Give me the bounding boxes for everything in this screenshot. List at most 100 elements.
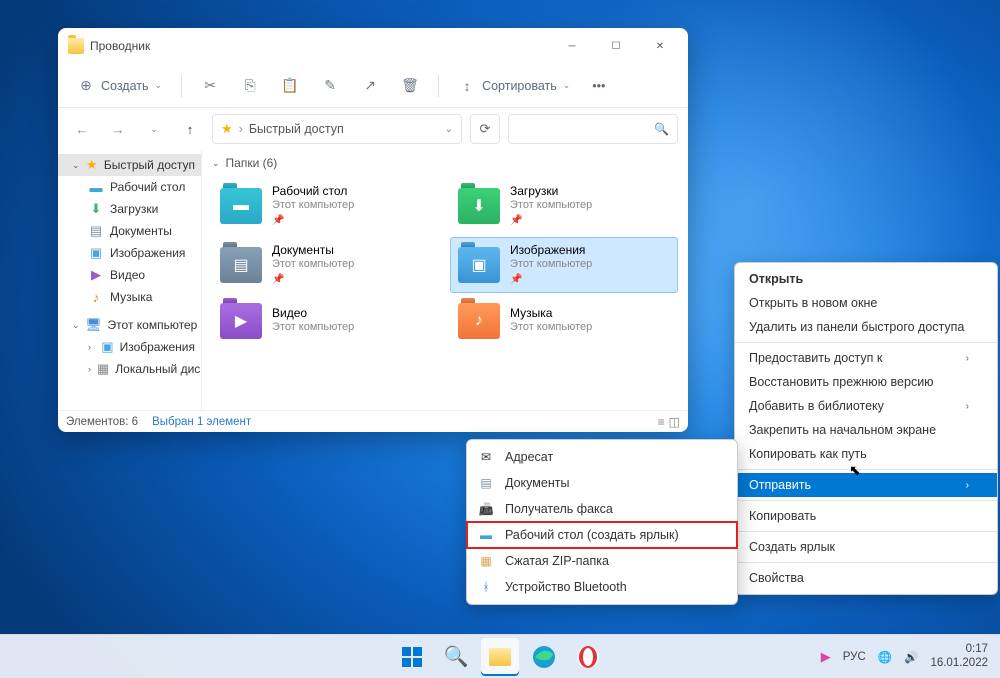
trash-icon: 🗑 [401, 77, 419, 95]
address-bar-row: ← → ⌄ ↑ ★ › Быстрый доступ ⌄ ⟳ 🔍 [58, 108, 688, 150]
titlebar[interactable]: Проводник ─ ☐ ✕ [58, 28, 688, 64]
back-button[interactable]: ← [68, 115, 96, 143]
start-button[interactable] [393, 638, 431, 676]
menu-copy[interactable]: Копировать [735, 504, 997, 528]
cut-button[interactable]: ✂ [192, 72, 228, 100]
content-area: ⌄ Папки (6) ▬ Рабочий столЭтот компьютер… [202, 150, 688, 410]
desktop-icon: ▬ [477, 527, 495, 543]
search-icon: 🔍 [444, 644, 469, 669]
clock[interactable]: 0:17 16.01.2022 [930, 643, 988, 669]
folder-documents[interactable]: ▤ ДокументыЭтот компьютер📌 [212, 237, 440, 292]
menu-unpin[interactable]: Удалить из панели быстрого доступа [735, 315, 997, 339]
icons-view-button[interactable]: ◫ [669, 415, 680, 429]
selected-count: Выбран 1 элемент [152, 416, 251, 428]
paste-button[interactable]: 📋 [272, 72, 308, 100]
disk-icon: ▦ [97, 361, 109, 377]
opera-button[interactable] [569, 638, 607, 676]
section-header[interactable]: ⌄ Папки (6) [212, 156, 678, 170]
rename-icon: ✎ [321, 77, 339, 95]
folder-videos[interactable]: ▶ ВидеоЭтот компьютер [212, 297, 440, 345]
edge-button[interactable] [525, 638, 563, 676]
sendto-documents[interactable]: ▤Документы [467, 470, 737, 496]
sidebar-item-music[interactable]: ♪Музыка [58, 286, 201, 308]
volume-icon[interactable]: 🔊 [904, 650, 918, 664]
more-button[interactable]: ••• [583, 74, 614, 98]
menu-share[interactable]: Предоставить доступ к› [735, 346, 997, 370]
sidebar-item-downloads[interactable]: ⬇Загрузки [58, 198, 201, 220]
dots-icon: ••• [592, 79, 605, 93]
rename-button[interactable]: ✎ [312, 72, 348, 100]
paste-icon: 📋 [281, 77, 299, 95]
sidebar-item-documents[interactable]: ▤Документы [58, 220, 201, 242]
chevron-down-icon[interactable]: ⌄ [72, 320, 80, 331]
pc-icon: 🖥 [86, 317, 102, 333]
sendto-zip[interactable]: ▦Сжатая ZIP-папка [467, 548, 737, 574]
sidebar-pc-pictures[interactable]: ›▣Изображения [58, 336, 201, 358]
sendto-desktop-shortcut[interactable]: ▬Рабочий стол (создать ярлык) [467, 522, 737, 548]
language-indicator[interactable]: РУС [843, 651, 866, 663]
sendto-bluetooth[interactable]: ᚼУстройство Bluetooth [467, 574, 737, 600]
tray-app-icon[interactable]: ▶ [821, 649, 831, 665]
sendto-mail[interactable]: ✉Адресат [467, 444, 737, 470]
explorer-icon [68, 38, 84, 54]
refresh-button[interactable]: ⟳ [470, 114, 500, 144]
pin-icon: 📌 [510, 274, 592, 287]
explorer-window: Проводник ─ ☐ ✕ ⊕ Создать ⌄ ✂ ⎘ 📋 ✎ ↗ 🗑 … [58, 28, 688, 432]
search-button[interactable]: 🔍 [437, 638, 475, 676]
share-icon: ↗ [361, 77, 379, 95]
downloads-icon: ⬇ [88, 201, 104, 217]
minimize-button[interactable]: ─ [550, 31, 594, 61]
forward-button[interactable]: → [104, 115, 132, 143]
menu-shortcut[interactable]: Создать ярлык [735, 535, 997, 559]
star-icon: ★ [221, 121, 233, 137]
address-bar[interactable]: ★ › Быстрый доступ ⌄ [212, 114, 462, 144]
sidebar-pc-disk[interactable]: ›▦Локальный диск [58, 358, 201, 380]
menu-copy-path[interactable]: Копировать как путь [735, 442, 997, 466]
folder-desktop[interactable]: ▬ Рабочий столЭтот компьютер📌 [212, 178, 440, 233]
search-input[interactable]: 🔍 [508, 114, 678, 144]
folder-music[interactable]: ♪ МузыкаЭтот компьютер [450, 297, 678, 345]
folder-icon: ▣ [458, 247, 500, 283]
menu-send[interactable]: Отправить› [735, 473, 997, 497]
sidebar-this-pc[interactable]: ⌄ 🖥 Этот компьютер [58, 314, 201, 336]
close-button[interactable]: ✕ [638, 31, 682, 61]
menu-properties[interactable]: Свойства [735, 566, 997, 590]
folder-icon: ⬇ [458, 188, 500, 224]
separator [735, 342, 997, 343]
sidebar-item-videos[interactable]: ▶Видео [58, 264, 201, 286]
documents-icon: ▤ [88, 223, 104, 239]
documents-icon: ▤ [477, 475, 495, 491]
menu-library[interactable]: Добавить в библиотеку› [735, 394, 997, 418]
separator [735, 469, 997, 470]
maximize-button[interactable]: ☐ [594, 31, 638, 61]
chevron-down-icon[interactable]: ⌄ [72, 160, 80, 171]
menu-restore[interactable]: Восстановить прежнюю версию [735, 370, 997, 394]
network-icon[interactable]: 🌐 [878, 650, 892, 664]
folder-downloads[interactable]: ⬇ ЗагрузкиЭтот компьютер📌 [450, 178, 678, 233]
recent-button[interactable]: ⌄ [140, 115, 168, 143]
sendto-fax[interactable]: 📠Получатель факса [467, 496, 737, 522]
folder-pictures[interactable]: ▣ ИзображенияЭтот компьютер📌 [450, 237, 678, 292]
mail-icon: ✉ [477, 449, 495, 465]
menu-open[interactable]: Открыть [735, 267, 997, 291]
details-view-button[interactable]: ≡ [658, 415, 665, 429]
sidebar-item-pictures[interactable]: ▣Изображения [58, 242, 201, 264]
explorer-taskbar-button[interactable] [481, 638, 519, 676]
copy-button[interactable]: ⎘ [232, 72, 268, 100]
separator [438, 75, 439, 97]
sidebar-item-desktop[interactable]: ▬Рабочий стол [58, 176, 201, 198]
menu-new-window[interactable]: Открыть в новом окне [735, 291, 997, 315]
address-text: Быстрый доступ [249, 122, 344, 136]
menu-pin-start[interactable]: Закрепить на начальном экране [735, 418, 997, 442]
bluetooth-icon: ᚼ [477, 579, 495, 595]
share-button[interactable]: ↗ [352, 72, 388, 100]
new-button[interactable]: ⊕ Создать ⌄ [68, 72, 171, 100]
sidebar-quick-access[interactable]: ⌄ ★ Быстрый доступ [58, 154, 201, 176]
time: 0:17 [930, 643, 988, 656]
up-button[interactable]: ↑ [176, 115, 204, 143]
delete-button[interactable]: 🗑 [392, 72, 428, 100]
chevron-down-icon[interactable]: ⌄ [445, 124, 453, 135]
sort-button[interactable]: ↕ Сортировать ⌄ [449, 72, 579, 100]
separator [735, 562, 997, 563]
music-icon: ♪ [88, 289, 104, 305]
